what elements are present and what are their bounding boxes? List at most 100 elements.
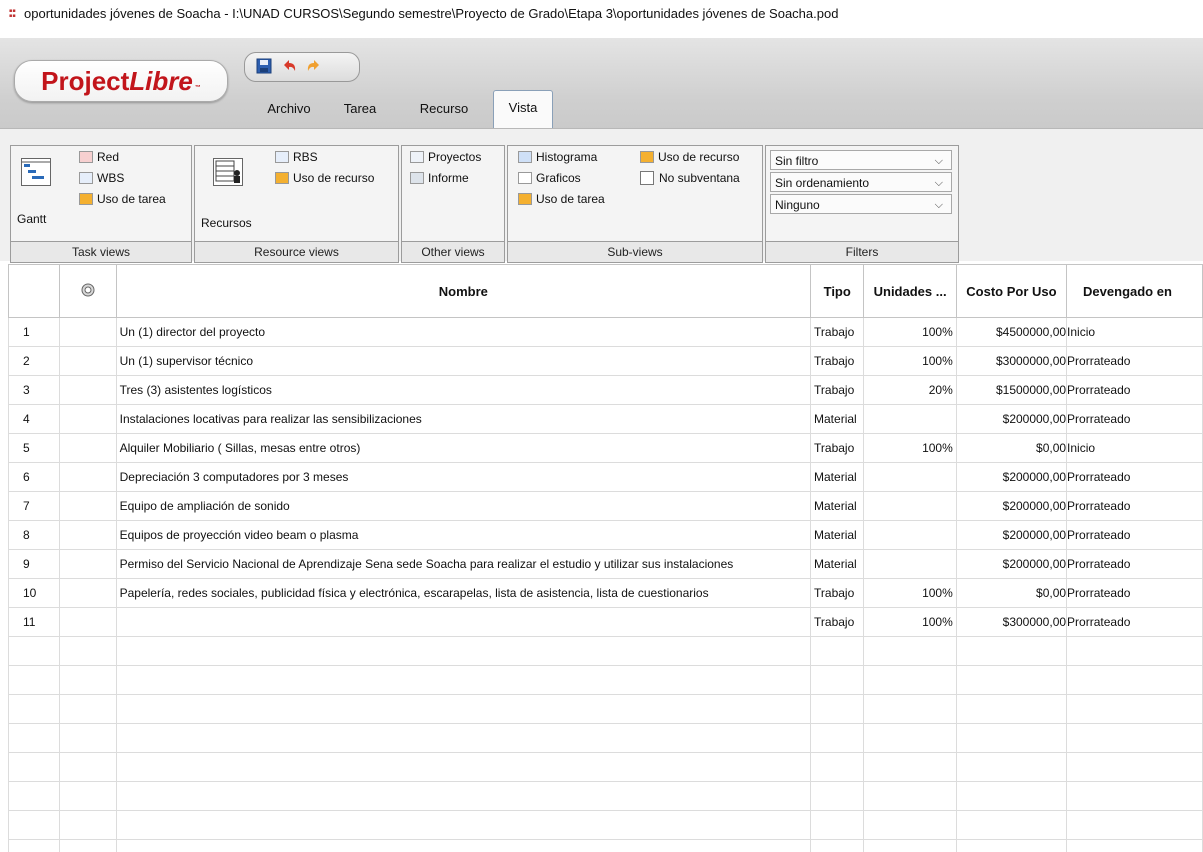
row-number-cell[interactable]: 2 bbox=[8, 346, 60, 376]
empty-cell[interactable] bbox=[58, 781, 117, 811]
indicator-cell[interactable] bbox=[58, 433, 117, 463]
empty-cell[interactable] bbox=[1066, 839, 1203, 852]
empty-row[interactable] bbox=[8, 781, 1203, 811]
empty-cell[interactable] bbox=[863, 752, 957, 782]
gantt-button[interactable]: Gantt bbox=[17, 212, 46, 226]
empty-cell[interactable] bbox=[810, 694, 865, 724]
nombre-cell[interactable]: Equipos de proyección video beam o plasm… bbox=[115, 520, 812, 550]
table-row[interactable]: 4 Instalaciones locativas para realizar l… bbox=[8, 404, 1203, 434]
indicator-cell[interactable] bbox=[58, 317, 117, 347]
empty-cell[interactable] bbox=[58, 810, 117, 840]
tipo-cell[interactable]: Material bbox=[810, 404, 865, 434]
tipo-cell[interactable]: Material bbox=[810, 520, 865, 550]
devengado-cell[interactable]: Inicio bbox=[1066, 317, 1203, 347]
rbs-button[interactable]: RBS bbox=[275, 150, 318, 164]
tipo-cell[interactable]: Material bbox=[810, 491, 865, 521]
empty-cell[interactable] bbox=[58, 665, 117, 695]
unidades-cell[interactable]: 100% bbox=[863, 317, 957, 347]
tipo-cell[interactable]: Trabajo bbox=[810, 317, 865, 347]
unidades-cell[interactable]: 20% bbox=[863, 375, 957, 405]
column-header-costo-por-uso[interactable]: Costo Por Uso bbox=[955, 264, 1068, 318]
projects-button[interactable]: Proyectos bbox=[410, 150, 481, 164]
empty-cell[interactable] bbox=[8, 665, 60, 695]
table-row[interactable]: 6 Depreciación 3 computadores por 3 meses… bbox=[8, 462, 1203, 492]
tab-tarea[interactable]: Tarea bbox=[334, 92, 386, 126]
empty-cell[interactable] bbox=[58, 636, 117, 666]
tab-recurso[interactable]: Recurso bbox=[408, 92, 480, 126]
empty-cell[interactable] bbox=[115, 694, 812, 724]
tipo-cell[interactable]: Trabajo bbox=[810, 578, 865, 608]
devengado-cell[interactable]: Inicio bbox=[1066, 433, 1203, 463]
unidades-cell[interactable] bbox=[863, 491, 957, 521]
unidades-cell[interactable] bbox=[863, 520, 957, 550]
tipo-cell[interactable]: Material bbox=[810, 549, 865, 579]
empty-cell[interactable] bbox=[115, 781, 812, 811]
unidades-cell[interactable]: 100% bbox=[863, 346, 957, 376]
table-row[interactable]: 11 Trabajo 100% $300000,00 Prorrateado bbox=[8, 607, 1203, 637]
costo-cell[interactable]: $3000000,00 bbox=[955, 346, 1068, 376]
empty-cell[interactable] bbox=[58, 723, 117, 753]
nombre-cell[interactable]: Permiso del Servicio Nacional de Aprendi… bbox=[115, 549, 812, 579]
indicator-cell[interactable] bbox=[58, 462, 117, 492]
costo-cell[interactable]: $200000,00 bbox=[955, 491, 1068, 521]
empty-cell[interactable] bbox=[1066, 810, 1203, 840]
tab-vista[interactable]: Vista bbox=[493, 90, 553, 129]
tipo-cell[interactable]: Trabajo bbox=[810, 433, 865, 463]
indicator-cell[interactable] bbox=[58, 404, 117, 434]
empty-cell[interactable] bbox=[955, 665, 1068, 695]
tipo-cell[interactable]: Trabajo bbox=[810, 346, 865, 376]
empty-cell[interactable] bbox=[115, 839, 812, 852]
empty-cell[interactable] bbox=[8, 781, 60, 811]
table-row[interactable]: 3 Tres (3) asistentes logísticos Trabajo 20… bbox=[8, 375, 1203, 405]
empty-cell[interactable] bbox=[955, 723, 1068, 753]
devengado-cell[interactable]: Prorrateado bbox=[1066, 520, 1203, 550]
indicator-cell[interactable] bbox=[58, 578, 117, 608]
empty-row[interactable] bbox=[8, 810, 1203, 840]
empty-cell[interactable] bbox=[810, 636, 865, 666]
costo-cell[interactable]: $200000,00 bbox=[955, 462, 1068, 492]
unidades-cell[interactable]: 100% bbox=[863, 578, 957, 608]
costo-cell[interactable]: $0,00 bbox=[955, 578, 1068, 608]
row-number-cell[interactable]: 6 bbox=[8, 462, 60, 492]
empty-row[interactable] bbox=[8, 636, 1203, 666]
empty-cell[interactable] bbox=[810, 752, 865, 782]
tab-archivo[interactable]: Archivo bbox=[256, 92, 322, 126]
unidades-cell[interactable]: 100% bbox=[863, 607, 957, 637]
column-header-nombre[interactable]: Nombre bbox=[115, 264, 812, 318]
resource-usage-subview-button[interactable]: Uso de recurso bbox=[640, 150, 739, 164]
devengado-cell[interactable]: Prorrateado bbox=[1066, 462, 1203, 492]
empty-cell[interactable] bbox=[1066, 781, 1203, 811]
row-number-cell[interactable]: 4 bbox=[8, 404, 60, 434]
devengado-cell[interactable]: Prorrateado bbox=[1066, 375, 1203, 405]
charts-button[interactable]: Graficos bbox=[518, 171, 581, 185]
table-row[interactable]: 8 Equipos de proyección video beam o plas… bbox=[8, 520, 1203, 550]
costo-cell[interactable]: $200000,00 bbox=[955, 520, 1068, 550]
table-row[interactable]: 10 Papelería, redes sociales, publicidad … bbox=[8, 578, 1203, 608]
empty-cell[interactable] bbox=[863, 781, 957, 811]
column-header-unidades[interactable]: Unidades ... bbox=[863, 264, 957, 318]
indicator-cell[interactable] bbox=[58, 549, 117, 579]
devengado-cell[interactable]: Prorrateado bbox=[1066, 491, 1203, 521]
row-number-cell[interactable]: 9 bbox=[8, 549, 60, 579]
table-row[interactable]: 1 Un (1) director del proyecto Trabajo 100%… bbox=[8, 317, 1203, 347]
empty-cell[interactable] bbox=[955, 636, 1068, 666]
empty-cell[interactable] bbox=[1066, 636, 1203, 666]
indicator-cell[interactable] bbox=[58, 346, 117, 376]
costo-cell[interactable]: $300000,00 bbox=[955, 607, 1068, 637]
empty-row[interactable] bbox=[8, 752, 1203, 782]
table-row[interactable]: 5 Alquiler Mobiliario ( Sillas, mesas ent… bbox=[8, 433, 1203, 463]
nombre-cell[interactable]: Un (1) director del proyecto bbox=[115, 317, 812, 347]
table-row[interactable]: 7 Equipo de ampliación de sonido Material $… bbox=[8, 491, 1203, 521]
empty-cell[interactable] bbox=[863, 665, 957, 695]
indicator-header[interactable] bbox=[58, 264, 117, 318]
group-select[interactable]: Ninguno ⌵ bbox=[770, 194, 952, 214]
tipo-cell[interactable]: Material bbox=[810, 462, 865, 492]
empty-cell[interactable] bbox=[810, 810, 865, 840]
nombre-cell[interactable]: Equipo de ampliación de sonido bbox=[115, 491, 812, 521]
costo-cell[interactable]: $0,00 bbox=[955, 433, 1068, 463]
unidades-cell[interactable] bbox=[863, 462, 957, 492]
row-number-cell[interactable]: 3 bbox=[8, 375, 60, 405]
resources-button[interactable]: Recursos bbox=[201, 216, 252, 230]
empty-cell[interactable] bbox=[955, 839, 1068, 852]
unidades-cell[interactable] bbox=[863, 404, 957, 434]
